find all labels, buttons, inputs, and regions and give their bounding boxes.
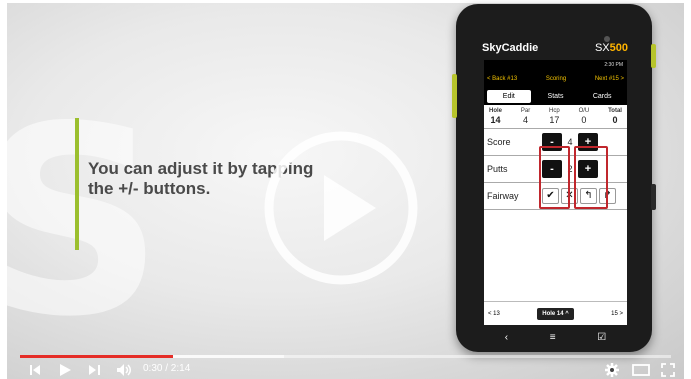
- plus-highlight-box: [574, 146, 608, 209]
- phone-side-button-right: [651, 184, 656, 210]
- fullscreen-icon[interactable]: [661, 363, 675, 377]
- hole-value: 14: [490, 115, 501, 125]
- phone-side-button-right-top: [651, 44, 656, 68]
- next-hole-button[interactable]: Next #15 >: [595, 76, 624, 82]
- prev-hole-link[interactable]: < 13: [488, 311, 500, 317]
- player-controls: 0:30 / 2:14: [0, 358, 691, 379]
- status-time: 2:30 PM: [604, 62, 623, 68]
- scoring-tabs: Edit Stats Cards: [484, 88, 627, 105]
- phone-brand-logo: SkyCaddie: [482, 42, 539, 54]
- softkey-back-icon[interactable]: ‹: [505, 332, 508, 343]
- play-icon[interactable]: [60, 364, 71, 376]
- tab-cards[interactable]: Cards: [580, 90, 624, 103]
- hole-info-par: Par 4: [521, 108, 530, 125]
- softkey-menu-icon[interactable]: ≡: [550, 332, 556, 343]
- total-value: 0: [612, 115, 618, 125]
- model-prefix: SX: [594, 42, 610, 54]
- hole-info-hole: Hole 14: [489, 108, 502, 125]
- score-label: Score: [487, 137, 511, 147]
- minus-highlight-box: [539, 146, 570, 209]
- next-icon[interactable]: [89, 365, 100, 375]
- time-display: 0:30 / 2:14: [143, 363, 191, 374]
- background-watermark: S: [7, 72, 165, 374]
- phone-model: SX500: [595, 42, 628, 54]
- screen-title: Scoring: [545, 76, 567, 82]
- previous-icon[interactable]: [30, 365, 41, 375]
- volume-icon[interactable]: [117, 364, 133, 376]
- scoring-nav-bar: < Back #13 Scoring Next #15 >: [484, 70, 627, 88]
- hole-header: Hole: [489, 108, 503, 114]
- caption-accent-bar: [75, 118, 79, 250]
- hole-info-hcp: Hcp 17: [549, 108, 560, 125]
- phone-softkeys: ‹ ≡ ☑: [484, 327, 627, 347]
- hole-selector-bar: < 13 Hole 14 ^ 15 >: [484, 301, 627, 325]
- softkey-edit-icon[interactable]: ☑: [597, 332, 606, 343]
- ou-value: 0: [581, 115, 587, 125]
- hole-info-ou: O/U 0: [579, 108, 590, 125]
- phone-device: SkyCaddie SX500 2:30 PM < Back #13 Scori…: [452, 4, 656, 352]
- current-hole-button[interactable]: Hole 14 ^: [537, 307, 574, 320]
- tab-edit[interactable]: Edit: [487, 90, 531, 103]
- ou-header: O/U: [578, 108, 590, 114]
- model-number: 500: [609, 42, 628, 54]
- next-hole-link[interactable]: 15 >: [611, 311, 623, 317]
- tab-stats[interactable]: Stats: [534, 90, 578, 103]
- back-hole-button[interactable]: < Back #13: [487, 76, 517, 82]
- par-header: Par: [520, 108, 531, 114]
- play-overlay-icon[interactable]: [262, 129, 420, 287]
- hole-info: Hole 14 Par 4 Hcp 17 O/U 0 Total 0: [484, 105, 627, 129]
- hcp-header: Hcp: [549, 108, 560, 114]
- status-bar: 2:30 PM: [484, 60, 627, 70]
- phone-screen: 2:30 PM < Back #13 Scoring Next #15 > Ed…: [484, 60, 627, 325]
- settings-gear-icon[interactable]: [605, 363, 619, 377]
- hole-info-total: Total 0: [608, 108, 622, 125]
- theater-mode-icon[interactable]: [632, 364, 650, 376]
- putts-label: Putts: [487, 164, 508, 174]
- phone-side-button-left: [452, 74, 457, 118]
- total-header: Total: [608, 108, 622, 114]
- fairway-label: Fairway: [487, 191, 519, 201]
- par-value: 4: [523, 115, 529, 125]
- hcp-value: 17: [549, 115, 560, 125]
